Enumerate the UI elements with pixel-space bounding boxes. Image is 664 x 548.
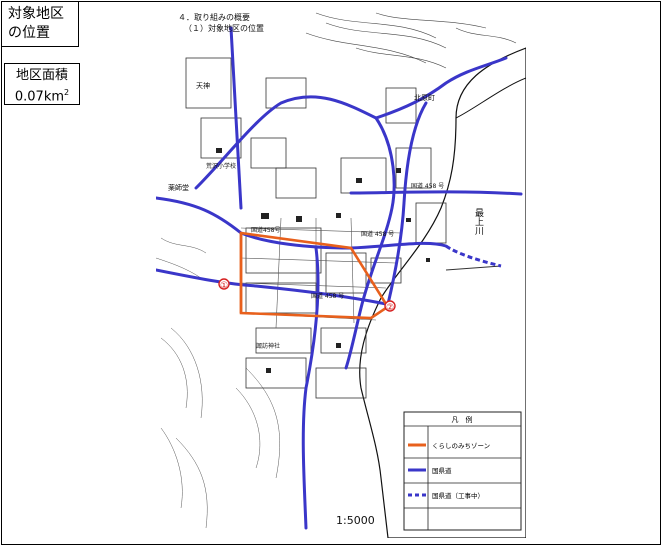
place-tenjin: 天神 [196, 81, 210, 90]
place-shrine: 諏訪神社 [256, 342, 280, 350]
location-label-line1: 対象地区 [8, 6, 64, 22]
area-unit-sup: 2 [64, 88, 70, 97]
legend-label-road: 国県道 [432, 466, 452, 475]
road-label-d: 国道 458 号 [361, 230, 394, 238]
marker-2-label: ② [386, 303, 394, 313]
area-label: 地区面積 [15, 68, 68, 83]
road-label-c: 国道 458 号 [411, 182, 444, 190]
location-label-box: 対象地区 の位置 [1, 1, 79, 47]
place-kitahara: 北原町 [414, 94, 435, 102]
area-box: 地区面積 0.07km2 [4, 63, 80, 105]
area-value-line: 0.07km2 [5, 84, 79, 105]
area-value: 0.07km [14, 89, 65, 105]
map-panel: ① ② ４．取り組みの概要 （１）対象地区の位置 国道458号 国道 458 号… [156, 8, 526, 538]
legend-label-zone: くらしのみちゾーン [432, 442, 490, 450]
legend-title: 凡 例 [452, 415, 473, 424]
place-yakushido: 薬師堂 [168, 183, 189, 192]
map-heading-1: ４．取り組みの概要 [178, 12, 250, 22]
place-school: 荒沢小学校 [206, 162, 236, 170]
marker-1-label: ① [220, 281, 228, 291]
location-label-line2: の位置 [8, 25, 50, 41]
river-label: 最上川 [473, 208, 484, 235]
legend-label-road-construction: 国県道（工事中） [432, 491, 484, 500]
road-label-b: 国道 458 号 [311, 292, 344, 300]
road-label-a: 国道458号 [251, 226, 280, 234]
map-scale: 1:5000 [336, 514, 375, 527]
map-heading-2: （１）対象地区の位置 [184, 23, 264, 33]
legend: 凡 例 くらしのみちゾーン 国県道 国県道（工事中） [403, 411, 522, 531]
map-svg: ① ② ４．取り組みの概要 （１）対象地区の位置 国道458号 国道 458 号… [156, 8, 526, 538]
